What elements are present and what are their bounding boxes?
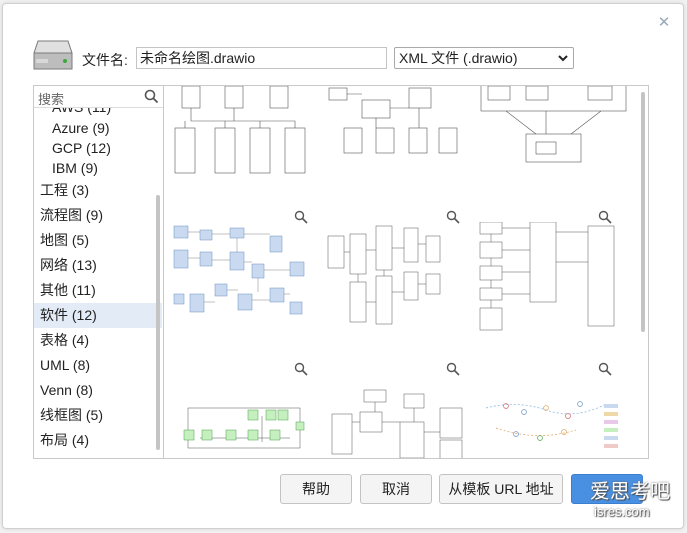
chevron-down-icon — [558, 55, 568, 62]
search-placeholder: 搜索 — [38, 92, 65, 107]
category-item-other[interactable]: 其他 (11) — [34, 278, 162, 303]
category-item-venn[interactable]: Venn (8) — [34, 378, 162, 403]
disk-icon — [33, 40, 73, 70]
template-thumbnail[interactable] — [324, 382, 472, 459]
help-button[interactable]: 帮助 — [280, 474, 352, 504]
template-thumbnail[interactable] — [324, 222, 472, 332]
category-item-tables[interactable]: 表格 (4) — [34, 328, 162, 353]
category-label: 其他 (11) — [40, 282, 96, 298]
category-label: Azure (9) — [52, 120, 110, 136]
watermark-line2: isres.com — [594, 504, 650, 519]
category-item-azure[interactable]: Azure (9) — [34, 118, 162, 138]
category-label: 地图 (5) — [40, 232, 89, 248]
category-item-uml[interactable]: UML (8) — [34, 353, 162, 378]
category-list: AWS (11) Azure (9) GCP (12) IBM (9) 工程 (… — [34, 102, 162, 453]
category-item-software[interactable]: 软件 (12) — [34, 303, 162, 328]
category-item-engineering[interactable]: 工程 (3) — [34, 178, 162, 203]
format-selected-value: XML 文件 (.drawio) — [399, 50, 518, 66]
category-label: Venn (8) — [40, 382, 93, 398]
watermark: 爱思考吧 isres.com — [590, 475, 670, 519]
category-item-layout[interactable]: 布局 (4) — [34, 428, 162, 453]
template-thumbnail[interactable] — [476, 382, 636, 459]
sidebar-scrollbar[interactable] — [156, 195, 160, 450]
format-select[interactable]: XML 文件 (.drawio) — [394, 47, 574, 69]
help-button-label: 帮助 — [302, 481, 330, 497]
category-item-gcp[interactable]: GCP (12) — [34, 138, 162, 158]
category-label: GCP (12) — [52, 140, 111, 156]
category-item-maps[interactable]: 地图 (5) — [34, 228, 162, 253]
zoom-icon[interactable] — [446, 362, 460, 376]
filename-input[interactable] — [136, 47, 387, 69]
category-item-flowchart[interactable]: 流程图 (9) — [34, 203, 162, 228]
from-url-button-label: 从模板 URL 地址 — [448, 481, 554, 497]
filename-label: 文件名: — [82, 52, 128, 68]
category-label: 软件 (12) — [40, 307, 97, 323]
template-preview-grid — [163, 85, 649, 459]
category-label: 网络 (13) — [40, 257, 97, 273]
template-thumbnail[interactable] — [476, 222, 636, 332]
from-template-url-button[interactable]: 从模板 URL 地址 — [439, 474, 563, 504]
category-label: UML (8) — [40, 357, 91, 373]
template-thumbnail[interactable] — [170, 382, 318, 459]
close-icon[interactable]: ✕ — [656, 15, 672, 31]
category-label: 表格 (4) — [40, 332, 89, 348]
preview-scrollbar[interactable] — [641, 92, 645, 332]
template-thumbnail[interactable] — [170, 222, 318, 332]
search-box[interactable]: 搜索 — [34, 86, 163, 108]
category-label: 工程 (3) — [40, 182, 89, 198]
category-label: 布局 (4) — [40, 432, 89, 448]
zoom-icon[interactable] — [294, 362, 308, 376]
category-item-network[interactable]: 网络 (13) — [34, 253, 162, 278]
template-thumbnail[interactable] — [324, 86, 472, 196]
watermark-line1: 爱思考吧 — [590, 479, 670, 503]
cancel-button-label: 取消 — [382, 481, 410, 497]
category-label: IBM (9) — [52, 160, 98, 176]
category-item-wireframes[interactable]: 线框图 (5) — [34, 403, 162, 428]
search-icon[interactable] — [144, 89, 159, 104]
cancel-button[interactable]: 取消 — [360, 474, 432, 504]
category-label: 流程图 (9) — [40, 207, 103, 223]
template-thumbnail[interactable] — [476, 86, 636, 196]
zoom-icon[interactable] — [598, 362, 612, 376]
category-label: 线框图 (5) — [40, 407, 103, 423]
template-thumbnail[interactable] — [170, 86, 318, 196]
template-category-sidebar: AWS (11) Azure (9) GCP (12) IBM (9) 工程 (… — [33, 85, 163, 459]
category-item-ibm[interactable]: IBM (9) — [34, 158, 162, 178]
